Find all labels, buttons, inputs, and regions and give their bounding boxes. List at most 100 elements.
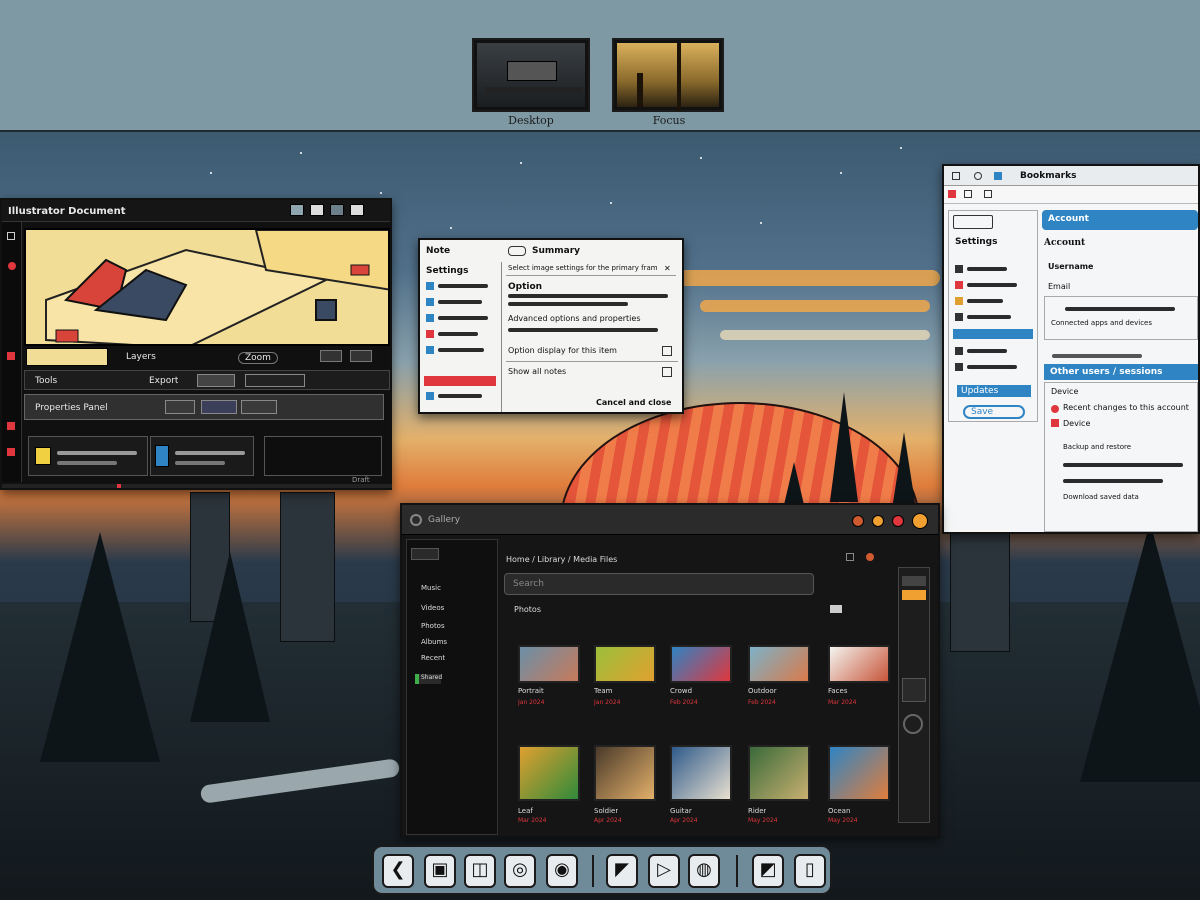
close-button[interactable] [892, 515, 904, 527]
bookmark-icon[interactable] [994, 172, 1002, 180]
nav-item-icon[interactable] [955, 313, 963, 321]
workspace-thumbnail-2[interactable] [612, 38, 724, 112]
browser-icon[interactable]: ◎ [504, 854, 536, 888]
files-icon[interactable]: ▣ [424, 854, 456, 888]
backup-item[interactable]: Backup and restore [1063, 443, 1193, 451]
pen-icon[interactable]: ◩ [752, 854, 784, 888]
maximize-button[interactable] [310, 204, 324, 216]
property-input[interactable] [197, 374, 235, 387]
grid-view-icon[interactable] [846, 553, 854, 561]
dialog-row[interactable]: Show all notes [506, 364, 678, 382]
media-item[interactable]: Soldier Apr 2024 [594, 745, 660, 829]
search-bar[interactable]: Search [504, 573, 814, 595]
save-button[interactable]: Save [963, 405, 1025, 419]
media-thumbnail[interactable] [748, 645, 810, 683]
chat-icon[interactable]: ◍ [688, 854, 720, 888]
checkbox[interactable] [662, 367, 672, 377]
nav-item-icon[interactable] [955, 265, 963, 273]
minimize-button[interactable] [290, 204, 304, 216]
sidebar-item-music[interactable]: Music [421, 584, 441, 592]
media-item[interactable]: Leaf Mar 2024 [518, 745, 584, 829]
media-item[interactable]: Portrait Jan 2024 [518, 645, 584, 729]
toolbar-label-layers[interactable]: Layers [126, 352, 156, 362]
browser-tab-label[interactable]: Bookmarks [1020, 171, 1076, 181]
minimize-button[interactable] [852, 515, 864, 527]
panel-button[interactable] [241, 400, 277, 414]
layer-card[interactable] [28, 436, 148, 476]
notes-icon[interactable]: ◤ [606, 854, 638, 888]
trash-icon[interactable]: ▯ [794, 854, 826, 888]
globe-icon[interactable] [974, 172, 982, 180]
sidebar-item-icon[interactable] [426, 314, 434, 322]
dialog-footer-link[interactable]: Cancel and close [596, 398, 671, 407]
close-button[interactable] [350, 204, 364, 216]
toggle-button[interactable] [320, 350, 342, 362]
property-input[interactable] [245, 374, 305, 387]
color-picker-icon[interactable] [8, 262, 16, 270]
settings-icon[interactable] [912, 513, 928, 529]
session-device-2[interactable]: Device [1063, 419, 1090, 428]
media-thumbnail[interactable] [828, 645, 890, 683]
panel-button[interactable] [201, 400, 237, 414]
sidebar-item-shared[interactable]: Shared [415, 674, 442, 684]
profile-tab[interactable] [953, 215, 993, 229]
back-icon[interactable] [948, 190, 956, 198]
scrollbar-thumb[interactable] [902, 678, 926, 702]
media-thumbnail[interactable] [670, 745, 732, 801]
media-thumbnail[interactable] [518, 645, 580, 683]
rail-button[interactable] [902, 576, 926, 586]
media-thumbnail[interactable] [594, 645, 656, 683]
toggle-button[interactable] [350, 350, 372, 362]
media-item[interactable]: Guitar Apr 2024 [670, 745, 736, 829]
session-device[interactable]: Device [1051, 387, 1078, 396]
field-email[interactable]: Email [1048, 282, 1070, 291]
browser-address-bar[interactable] [944, 186, 1198, 204]
dialog-row[interactable]: Select image settings for the primary fr… [506, 264, 676, 276]
media-thumbnail[interactable] [518, 745, 580, 801]
sidebar-item-icon[interactable] [426, 282, 434, 290]
checkbox[interactable] [662, 346, 672, 356]
media-item[interactable]: Ocean May 2024 [828, 745, 894, 829]
media-thumbnail[interactable] [748, 745, 810, 801]
mask-icon[interactable] [7, 448, 15, 456]
artwork-canvas[interactable] [24, 228, 390, 346]
media-item[interactable]: Crowd Feb 2024 [670, 645, 736, 729]
media-thumbnail[interactable] [670, 645, 732, 683]
play-icon[interactable]: ▷ [648, 854, 680, 888]
sidebar-item-icon[interactable] [426, 346, 434, 354]
sidebar-item-icon[interactable] [426, 298, 434, 306]
nav-item-icon[interactable] [955, 363, 963, 371]
layer-icon[interactable] [7, 422, 15, 430]
field-username[interactable]: Username [1048, 262, 1093, 271]
panel-button[interactable] [165, 400, 195, 414]
media-item[interactable]: Rider May 2024 [748, 745, 814, 829]
close-icon[interactable]: ✕ [664, 264, 671, 273]
nav-item-icon[interactable] [955, 347, 963, 355]
rail-button-active[interactable] [902, 590, 926, 600]
record-icon[interactable] [866, 553, 874, 561]
window-icon[interactable]: ◫ [464, 854, 496, 888]
dialog-row[interactable]: Option display for this item [506, 344, 678, 362]
forward-icon[interactable] [964, 190, 972, 198]
property-export-label[interactable]: Export [149, 376, 178, 386]
scroll-wheel-icon[interactable] [903, 714, 923, 734]
nav-item-icon[interactable] [955, 281, 963, 289]
nav-item-icon[interactable] [955, 297, 963, 305]
layer-card[interactable] [150, 436, 254, 476]
media-thumbnail[interactable] [828, 745, 890, 801]
restore-button[interactable] [330, 204, 344, 216]
media-item[interactable]: Faces Mar 2024 [828, 645, 894, 729]
breadcrumb[interactable]: Home / Library / Media Files [506, 555, 617, 564]
back-icon[interactable]: ❮ [382, 854, 414, 888]
sidebar-item-icon[interactable] [426, 392, 434, 400]
workspace-thumbnail-1[interactable] [472, 38, 590, 112]
media-thumbnail[interactable] [594, 745, 656, 801]
refresh-icon[interactable] [984, 190, 992, 198]
sidebar-item-icon[interactable] [426, 330, 434, 338]
window-icon[interactable] [952, 172, 960, 180]
sidebar-item-photos[interactable]: Photos [421, 622, 445, 630]
swatch-icon[interactable] [7, 352, 15, 360]
sidebar-toggle[interactable] [411, 548, 439, 560]
maximize-button[interactable] [872, 515, 884, 527]
sidebar-item-recent[interactable]: Recent [421, 654, 445, 662]
